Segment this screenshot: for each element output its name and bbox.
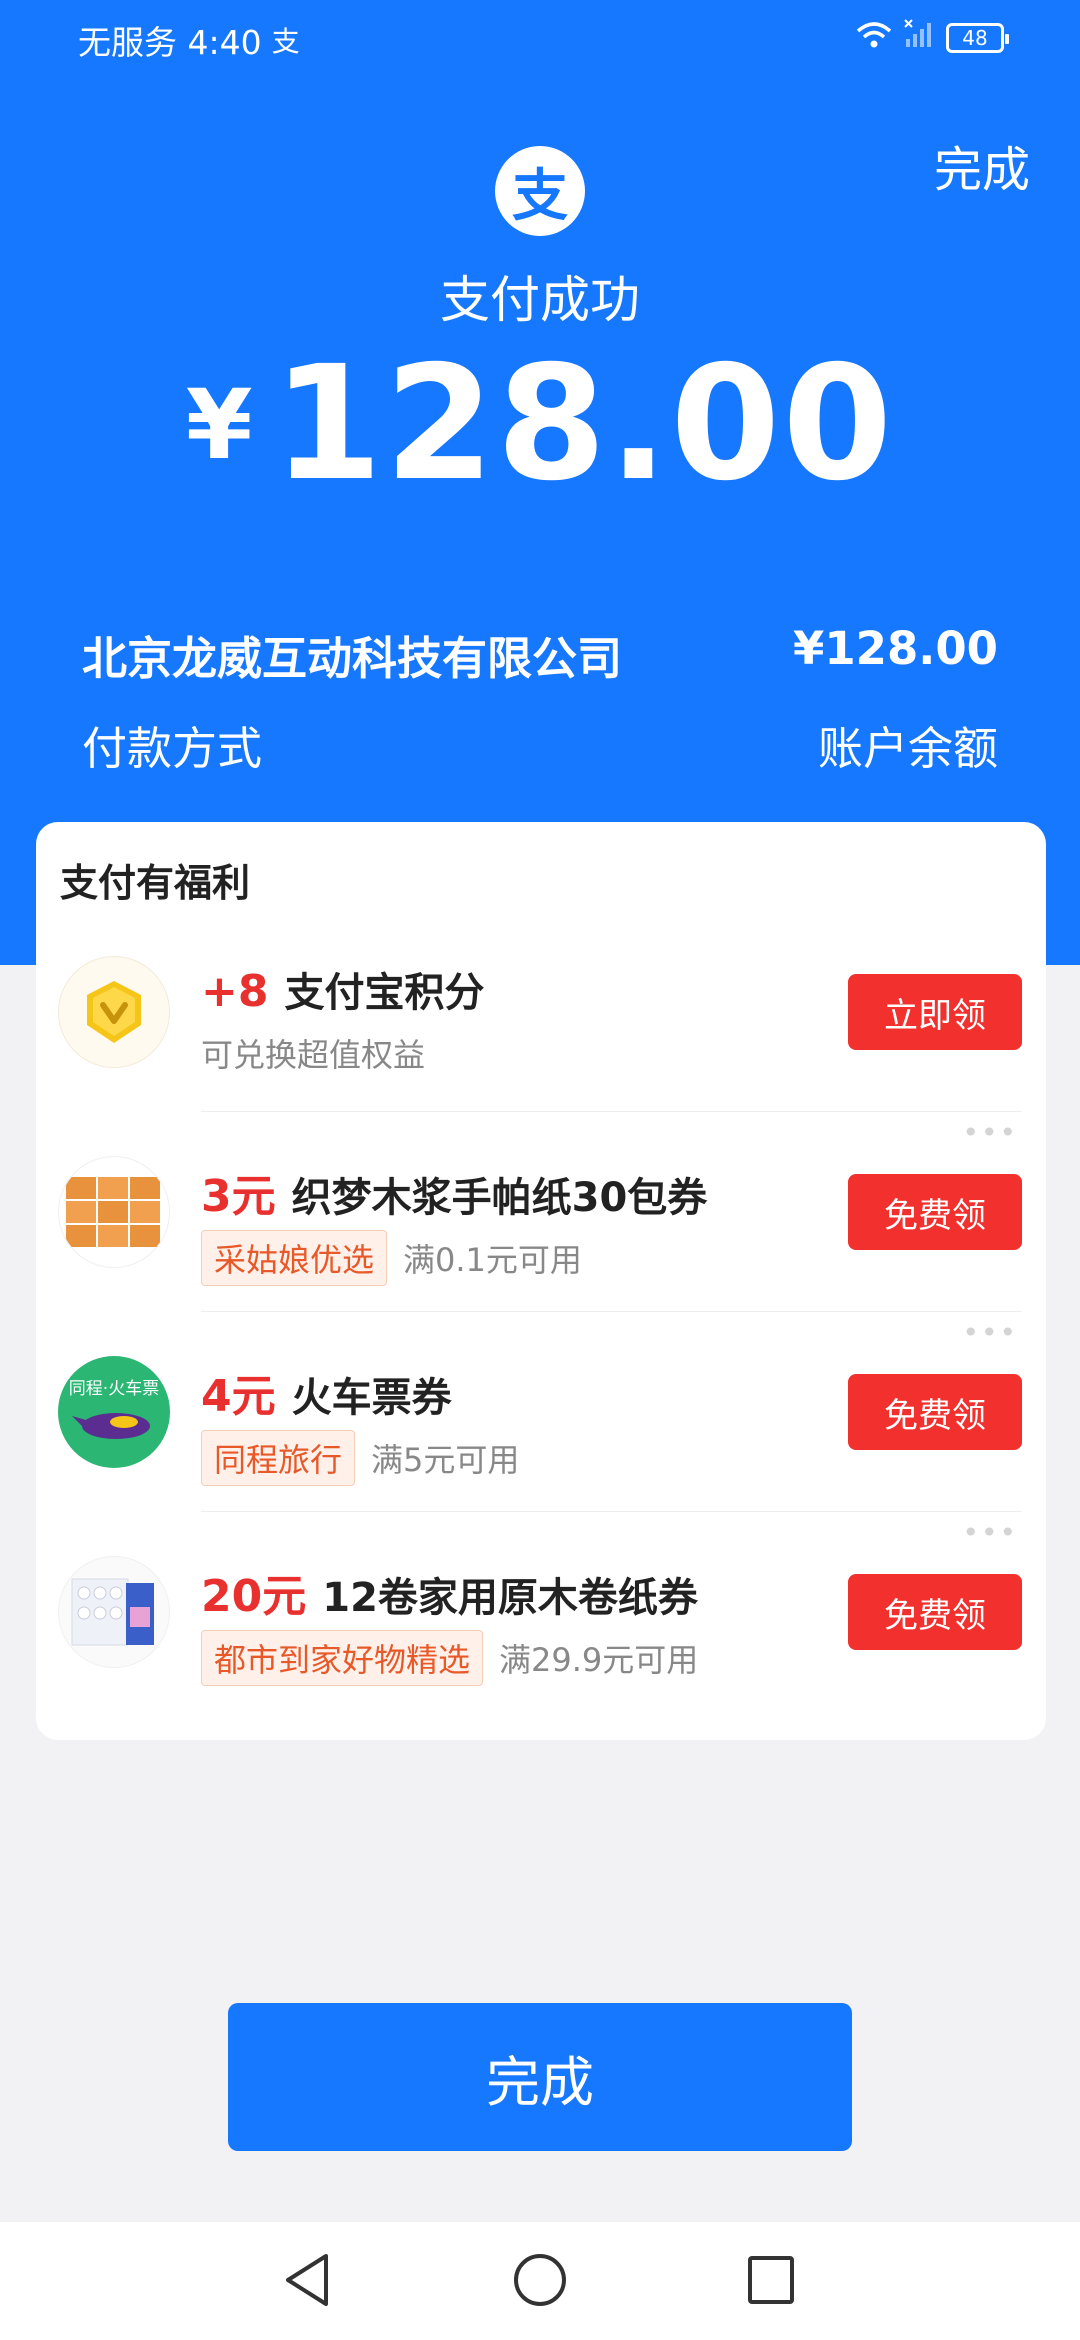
- points-coin-icon: [58, 956, 170, 1068]
- merchant-name: 北京龙威互动科技有限公司: [82, 632, 623, 685]
- done-button[interactable]: 完成: [228, 2003, 852, 2151]
- merchant-tag: 同程旅行: [201, 1430, 356, 1486]
- merchant-tag: 都市到家好物精选: [201, 1630, 484, 1686]
- alipay-logo-icon: 支: [495, 146, 585, 236]
- status-left: 无服务 4:40 支: [78, 16, 300, 64]
- benefit-item-train: ••• 同程·火车票 4元 火车票券 同程旅行 满5元可用 免费领: [36, 1312, 1046, 1512]
- payment-amount: ¥ 128.00: [0, 345, 1080, 503]
- tissue-boxes-icon: [58, 1156, 170, 1268]
- benefit-condition: 满29.9元可用: [499, 1641, 699, 1679]
- benefit-title-line: +8 支付宝积分: [201, 960, 484, 1018]
- amount-value: 128.00: [272, 332, 895, 516]
- benefit-name: 支付宝积分: [284, 970, 485, 1016]
- payment-method-value: 账户余额: [817, 722, 998, 775]
- benefit-amount: 4元: [201, 1371, 276, 1422]
- toilet-paper-icon: [58, 1556, 170, 1668]
- claim-points-button[interactable]: 立即领: [848, 974, 1022, 1050]
- benefits-card: 支付有福利 +8 支付宝积分 可兑换超值权益 立即领 ••• 3元 织梦木浆手帕…: [36, 822, 1046, 1740]
- merchant-row: 北京龙威互动科技有限公司 ¥128.00: [82, 622, 998, 687]
- carrier-time: 无服务 4:40: [78, 23, 262, 62]
- benefits-title: 支付有福利: [60, 861, 251, 905]
- status-right: 48: [856, 18, 1009, 57]
- benefit-title-line: 20元 12卷家用原木卷纸券: [201, 1560, 698, 1624]
- more-options-icon[interactable]: •••: [962, 1116, 1018, 1149]
- benefit-name: 火车票券: [291, 1375, 452, 1421]
- claim-train-button[interactable]: 免费领: [848, 1374, 1022, 1450]
- claim-tissue-button[interactable]: 免费领: [848, 1174, 1022, 1250]
- benefit-sub-line: 同程旅行 满5元可用: [201, 1430, 519, 1486]
- payment-status: 支付成功: [440, 271, 640, 329]
- claim-toilet-paper-button[interactable]: 免费领: [848, 1574, 1022, 1650]
- benefit-amount: 20元: [201, 1571, 307, 1622]
- benefit-item-toilet-paper: ••• 20元 12卷家用原木卷纸券 都市到家好物精选 满29.9元可用 免费领: [36, 1512, 1046, 1712]
- merchant-amount: ¥128.00: [793, 622, 998, 675]
- benefit-condition: 可兑换超值权益: [201, 1036, 426, 1074]
- status-bar: 无服务 4:40 支 48: [0, 0, 1080, 75]
- alipay-status-icon: 支: [271, 25, 300, 58]
- benefit-item-tissue: ••• 3元 织梦木浆手帕纸30包券 采姑娘优选 满0.1元可用 免费领: [36, 1112, 1046, 1312]
- no-signal-icon: [904, 18, 934, 57]
- wifi-icon: [856, 18, 892, 57]
- recents-icon[interactable]: [746, 2252, 796, 2312]
- benefit-sub-line: 采姑娘优选 满0.1元可用: [201, 1230, 582, 1286]
- more-options-icon[interactable]: •••: [962, 1516, 1018, 1549]
- benefit-condition: 满0.1元可用: [403, 1241, 582, 1279]
- benefit-amount: +8: [201, 966, 269, 1017]
- benefit-sub-line: 可兑换超值权益: [201, 1030, 425, 1076]
- benefit-name: 12卷家用原木卷纸券: [322, 1575, 698, 1621]
- more-options-icon[interactable]: •••: [962, 1316, 1018, 1349]
- benefit-condition: 满5元可用: [371, 1441, 520, 1479]
- train-icon-text: 同程·火车票: [69, 1379, 159, 1399]
- benefit-title-line: 3元 织梦木浆手帕纸30包券: [201, 1160, 707, 1224]
- benefit-title-line: 4元 火车票券: [201, 1360, 452, 1424]
- back-icon[interactable]: [282, 2252, 332, 2312]
- train-ticket-icon: 同程·火车票: [58, 1356, 170, 1468]
- payment-method-row: 付款方式 账户余额: [82, 712, 998, 777]
- benefit-item-points: +8 支付宝积分 可兑换超值权益 立即领: [36, 912, 1046, 1112]
- benefit-name: 织梦木浆手帕纸30包券: [291, 1175, 708, 1221]
- battery-icon: 48: [946, 22, 1009, 53]
- battery-level: 48: [962, 25, 988, 50]
- home-icon[interactable]: [512, 2252, 568, 2312]
- benefit-amount: 3元: [201, 1171, 276, 1222]
- navigation-bar: [0, 2222, 1080, 2340]
- payment-method-label: 付款方式: [82, 722, 263, 775]
- merchant-tag: 采姑娘优选: [201, 1230, 388, 1286]
- currency-symbol: ¥: [185, 369, 253, 481]
- done-top-button[interactable]: 完成: [934, 130, 1030, 200]
- benefit-sub-line: 都市到家好物精选 满29.9元可用: [201, 1630, 698, 1686]
